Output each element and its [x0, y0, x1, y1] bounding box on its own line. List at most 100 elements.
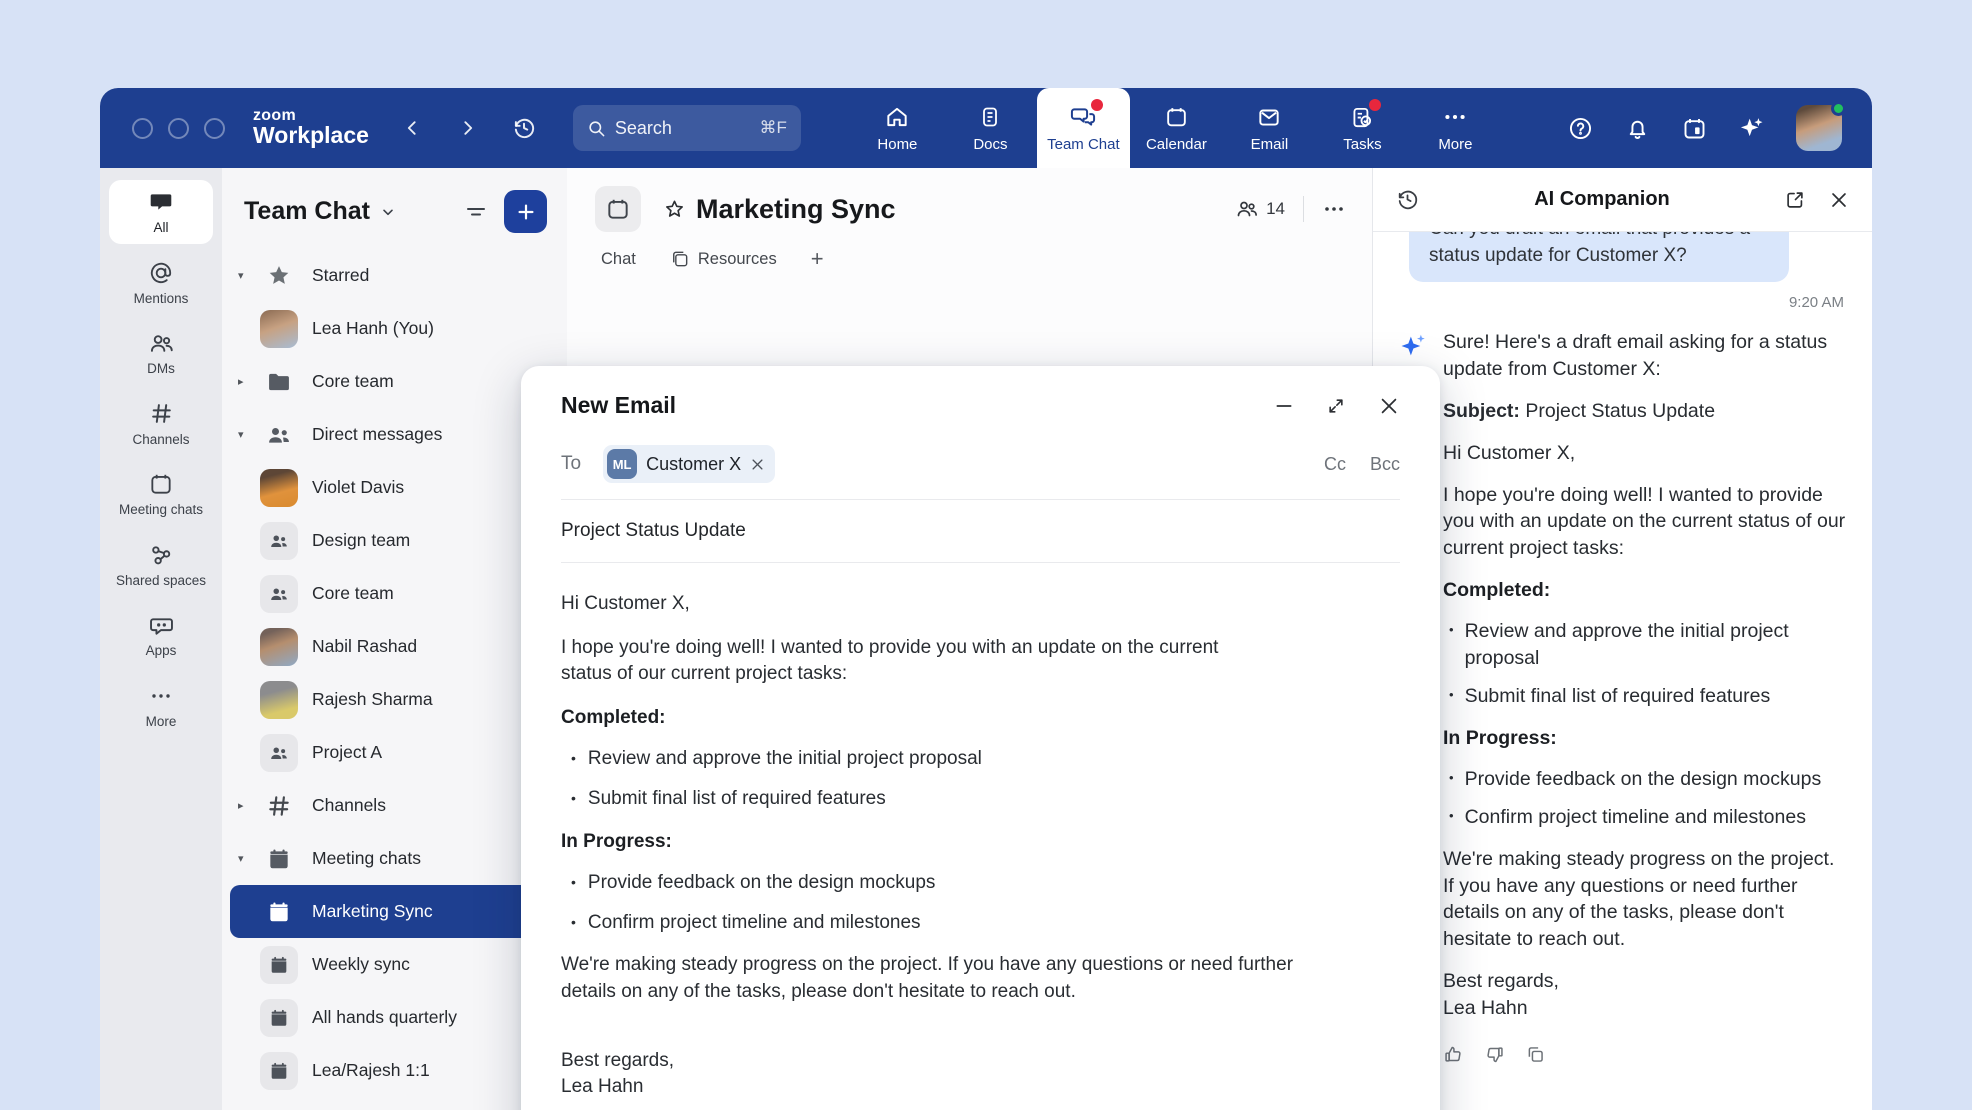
copy-icon[interactable] [1525, 1044, 1546, 1065]
window-minimize-button[interactable] [168, 118, 189, 139]
new-chat-button[interactable] [504, 190, 547, 233]
notifications-bell-icon[interactable] [1624, 115, 1651, 142]
list-item-lea-hanh[interactable]: Lea Hanh (You) [230, 302, 559, 355]
top-navbar: zoom Workplace Search ⌘F Home Docs [100, 88, 1872, 168]
thumbs-down-icon[interactable] [1484, 1044, 1505, 1065]
rail-label-mentions: Mentions [134, 291, 189, 307]
rail-item-all[interactable]: All [109, 180, 213, 244]
window-maximize-button[interactable] [204, 118, 225, 139]
chevron-down-icon [380, 204, 396, 220]
tab-home[interactable]: Home [851, 88, 944, 168]
list-item-core-team[interactable]: Core team [230, 567, 559, 620]
list-item-starred[interactable]: ▾ Starred [230, 249, 559, 302]
app-window: zoom Workplace Search ⌘F Home Docs [100, 88, 1872, 1110]
collapse-caret-icon[interactable]: ▾ [238, 269, 260, 282]
add-tab-button[interactable]: + [811, 246, 824, 272]
list-item-direct-messages[interactable]: ▾ Direct messages [230, 408, 559, 461]
user-avatar[interactable] [1796, 105, 1842, 151]
tab-email-label: Email [1251, 136, 1289, 153]
ai-subject-line: Subject: Project Status Update [1443, 398, 1846, 425]
meeting-chats-icon [148, 471, 174, 497]
ai-close-icon[interactable] [1828, 189, 1850, 211]
avatar [260, 310, 298, 348]
body-signature: Best regards,Lea Hahn [561, 1048, 1400, 1101]
subject-input[interactable]: Project Status Update [561, 516, 1400, 546]
cc-button[interactable]: Cc [1324, 454, 1346, 475]
rail-item-meeting-chats[interactable]: Meeting chats [109, 462, 213, 526]
expand-icon[interactable] [1326, 396, 1346, 416]
window-controls[interactable] [132, 118, 225, 139]
filter-icon[interactable] [464, 200, 488, 224]
list-item-nabil-rashad[interactable]: Nabil Rashad [230, 620, 559, 673]
history-icon[interactable] [511, 115, 537, 141]
team-chat-title[interactable]: Team Chat [244, 197, 396, 226]
tab-tasks[interactable]: Tasks [1316, 88, 1409, 168]
ai-bullet-item: •Review and approve the initial project … [1449, 618, 1846, 672]
bullet-item: •Provide feedback on the design mockups [571, 870, 1400, 897]
home-icon [884, 103, 910, 131]
tab-more[interactable]: More [1409, 88, 1502, 168]
tab-docs[interactable]: Docs [944, 88, 1037, 168]
back-arrow-icon[interactable] [403, 118, 423, 138]
mentions-at-icon [148, 260, 174, 286]
ai-companion-sparkle-icon[interactable] [1738, 114, 1766, 142]
close-icon[interactable] [1378, 395, 1400, 417]
list-item-core-team-folder[interactable]: ▸ Core team [230, 355, 559, 408]
list-item-channels[interactable]: ▸ Channels [230, 779, 559, 832]
open-in-new-icon[interactable] [1784, 189, 1806, 211]
email-body-editor[interactable]: Hi Customer X, I hope you're doing well!… [561, 591, 1400, 1102]
tab-calendar-label: Calendar [1146, 136, 1207, 153]
collapse-caret-icon[interactable]: ▾ [238, 428, 260, 441]
star-icon [260, 257, 298, 295]
rail-item-channels[interactable]: Channels [109, 392, 213, 456]
recipient-chip[interactable]: ML Customer X [603, 445, 775, 483]
expand-caret-icon[interactable]: ▸ [238, 375, 260, 388]
search-input[interactable]: Search ⌘F [573, 105, 801, 151]
calendar-date-icon[interactable] [1681, 115, 1708, 142]
tab-calendar[interactable]: Calendar [1130, 88, 1223, 168]
channel-title: Marketing Sync [696, 194, 896, 225]
minimize-icon[interactable] [1274, 396, 1294, 416]
group-icon [260, 522, 298, 560]
ai-conversation[interactable]: Can you draft an email that provides a s… [1373, 232, 1872, 1110]
ai-signature: Best regards,Lea Hahn [1443, 968, 1846, 1022]
forward-arrow-icon[interactable] [457, 118, 477, 138]
list-item-marketing-sync[interactable]: Marketing Sync [230, 885, 559, 938]
list-item-violet-davis[interactable]: Violet Davis [230, 461, 559, 514]
rail-item-apps[interactable]: Apps [109, 603, 213, 667]
list-item-rajesh-sharma[interactable]: Rajesh Sharma [230, 673, 559, 726]
expand-caret-icon[interactable]: ▸ [238, 799, 260, 812]
thumbs-up-icon[interactable] [1443, 1044, 1464, 1065]
tab-email[interactable]: Email [1223, 88, 1316, 168]
main-nav-tabs: Home Docs Team Chat Calendar Email Tasks [851, 88, 1502, 168]
collapse-caret-icon[interactable]: ▾ [238, 852, 260, 865]
tab-chat[interactable]: Chat [601, 250, 636, 269]
rail-item-more[interactable]: More [109, 674, 213, 738]
list-item-all-hands[interactable]: All hands quarterly [230, 991, 559, 1044]
list-item-design-team[interactable]: Design team [230, 514, 559, 567]
ai-bullet-item: •Confirm project timeline and milestones [1449, 804, 1846, 831]
rail-item-mentions[interactable]: Mentions [109, 251, 213, 315]
list-item-meeting-chats[interactable]: ▾ Meeting chats [230, 832, 559, 885]
ai-bullet-item: •Submit final list of required features [1449, 683, 1846, 710]
team-chat-icon [1069, 103, 1097, 131]
rail-item-shared-spaces[interactable]: Shared spaces [109, 533, 213, 597]
bcc-button[interactable]: Bcc [1370, 454, 1400, 475]
avatar [260, 469, 298, 507]
rail-item-dms[interactable]: DMs [109, 321, 213, 385]
ai-history-icon[interactable] [1395, 187, 1420, 212]
channel-more-icon[interactable] [1322, 197, 1346, 221]
remove-recipient-icon[interactable] [750, 457, 765, 472]
body-closing: We're making steady progress on the proj… [561, 952, 1321, 1005]
members-icon [1235, 197, 1259, 221]
list-item-project-a[interactable]: Project A [230, 726, 559, 779]
list-item-weekly-sync[interactable]: Weekly sync [230, 938, 559, 991]
list-item-lea-rajesh[interactable]: Lea/Rajesh 1:1 [230, 1044, 559, 1097]
window-close-button[interactable] [132, 118, 153, 139]
member-count[interactable]: 14 [1235, 197, 1285, 221]
tab-home-label: Home [877, 136, 917, 153]
star-outline-icon[interactable] [663, 198, 686, 221]
tab-team-chat[interactable]: Team Chat [1037, 88, 1130, 168]
help-icon[interactable] [1567, 115, 1594, 142]
tab-resources[interactable]: Resources [670, 249, 777, 269]
